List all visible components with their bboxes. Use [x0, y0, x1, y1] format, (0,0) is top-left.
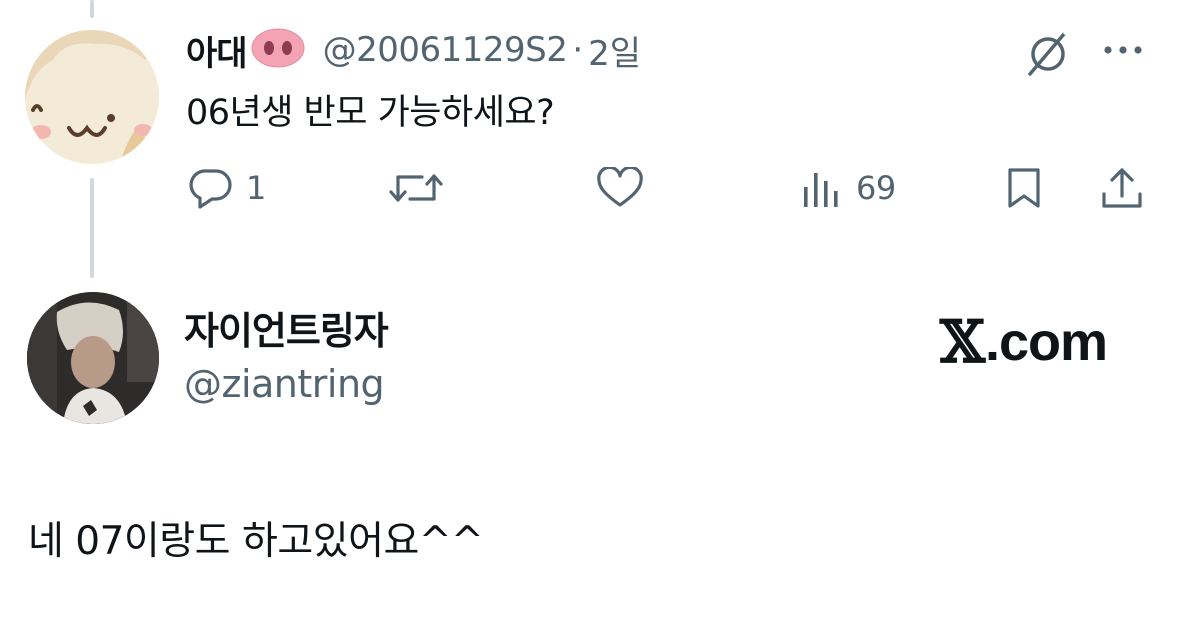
- display-name[interactable]: 아대: [186, 26, 248, 75]
- repost-icon: [389, 174, 443, 202]
- avatar[interactable]: [27, 292, 159, 424]
- tweet-header: 아대 @20061129S2 · 2일: [186, 22, 641, 78]
- bookmark-icon: [1008, 168, 1040, 208]
- x-com-watermark: 𝕏 .com: [940, 308, 1108, 376]
- like-button[interactable]: [596, 166, 644, 210]
- grok-icon: [1028, 28, 1070, 76]
- separator-dot: ·: [572, 30, 584, 70]
- tweet-time[interactable]: 2일: [588, 26, 641, 75]
- share-icon: [1102, 168, 1142, 208]
- tweet-text: 06년생 반모 가능하세요?: [186, 93, 555, 133]
- pig-nose-emoji-icon: [251, 28, 305, 72]
- views-count: 69: [856, 169, 896, 207]
- avatar[interactable]: [25, 30, 159, 164]
- more-options-button[interactable]: [1098, 30, 1148, 70]
- views-button[interactable]: 69: [800, 166, 896, 210]
- reply-bubble-icon: [189, 169, 232, 209]
- thread-line: [90, 178, 94, 278]
- display-name[interactable]: 자이언트링자: [184, 300, 389, 355]
- reply-button[interactable]: 1: [188, 166, 266, 210]
- avatar-cute-face-image: [25, 30, 159, 164]
- avatar-photo-image: [27, 292, 159, 424]
- watermark-text: .com: [985, 312, 1108, 372]
- reply-count: 1: [246, 169, 266, 207]
- share-button[interactable]: [1100, 166, 1144, 210]
- views-chart-icon: [804, 173, 838, 207]
- repost-button[interactable]: [388, 166, 444, 210]
- grok-button[interactable]: [1024, 28, 1072, 78]
- thread-line-top: [90, 0, 94, 18]
- x-logo-icon: 𝕏: [940, 308, 986, 376]
- more-dots-icon: [1104, 46, 1142, 54]
- heart-icon: [597, 167, 643, 207]
- user-handle[interactable]: @ziantring: [184, 362, 385, 406]
- user-handle[interactable]: @20061129S2: [323, 30, 568, 70]
- bookmark-button[interactable]: [1004, 166, 1044, 210]
- tweet-text: 네 07이랑도 하고있어요^^: [28, 519, 484, 564]
